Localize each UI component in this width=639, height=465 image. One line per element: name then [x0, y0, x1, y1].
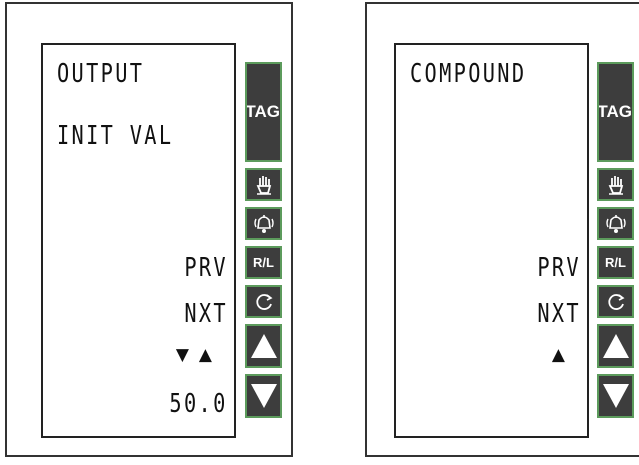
bell-icon — [605, 214, 626, 233]
refresh-button[interactable] — [597, 285, 634, 318]
up-indicator: ▲ — [551, 345, 575, 365]
up-arrow-icon — [250, 334, 277, 358]
refresh-icon — [607, 293, 625, 310]
display-value: 50.0 — [169, 389, 228, 419]
refresh-button[interactable] — [245, 285, 282, 318]
hand-button[interactable] — [245, 168, 282, 201]
remote-local-button[interactable]: R/L — [245, 246, 282, 279]
refresh-icon — [255, 293, 273, 310]
display-line-compound: COMPOUND — [410, 59, 527, 89]
down-arrow-icon — [602, 384, 629, 408]
up-down-indicator: ▼▲ — [175, 345, 222, 365]
tag-button[interactable]: TAG — [597, 62, 634, 162]
nxt-softkey-label[interactable]: NXT — [537, 299, 581, 329]
tag-label: TAG — [597, 102, 632, 121]
down-button[interactable] — [245, 374, 282, 418]
up-button[interactable] — [245, 324, 282, 368]
bell-icon — [253, 214, 274, 233]
remote-local-button[interactable]: R/L — [597, 246, 634, 279]
up-button[interactable] — [597, 324, 634, 368]
rl-label: R/L — [253, 255, 274, 270]
display-line-output: OUTPUT — [57, 59, 145, 89]
tag-label: TAG — [245, 102, 280, 121]
up-arrow-icon — [602, 334, 629, 358]
hand-icon — [608, 175, 623, 195]
alarm-button[interactable] — [245, 207, 282, 240]
prv-softkey-label[interactable]: PRV — [184, 253, 228, 283]
key-column-right: TAG R/L — [597, 62, 634, 418]
lcd-display-left: OUTPUT INIT VAL PRV NXT ▼▲ 50.0 — [41, 43, 236, 438]
device-panel-right: COMPOUND PRV NXT ▲ TAG R/L — [365, 2, 639, 457]
nxt-softkey-label[interactable]: NXT — [184, 299, 228, 329]
lcd-display-right: COMPOUND PRV NXT ▲ — [394, 43, 589, 438]
rl-label: R/L — [605, 255, 626, 270]
key-column-left: TAG R/L — [245, 62, 282, 418]
display-line-init-val: INIT VAL — [57, 121, 174, 151]
hand-icon — [256, 175, 271, 195]
down-arrow-icon — [250, 384, 277, 408]
device-panel-left: OUTPUT INIT VAL PRV NXT ▼▲ 50.0 TAG R/L — [5, 2, 293, 457]
prv-softkey-label[interactable]: PRV — [537, 253, 581, 283]
down-button[interactable] — [597, 374, 634, 418]
alarm-button[interactable] — [597, 207, 634, 240]
tag-button[interactable]: TAG — [245, 62, 282, 162]
hand-button[interactable] — [597, 168, 634, 201]
